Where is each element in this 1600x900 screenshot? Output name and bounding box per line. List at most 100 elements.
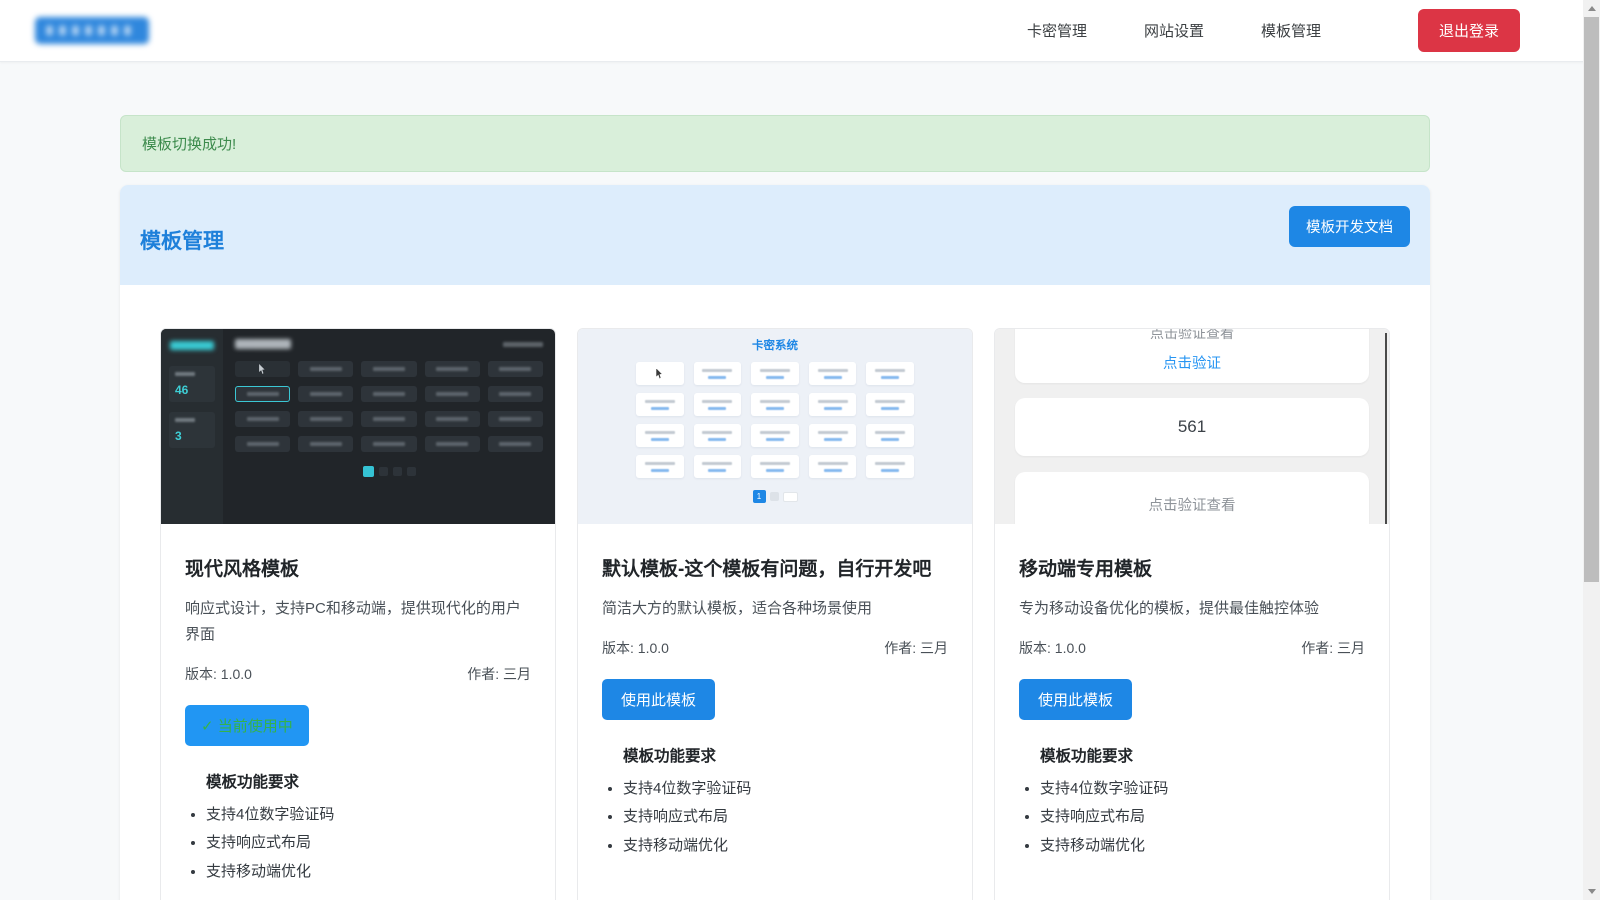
preview-tile bbox=[235, 361, 290, 377]
preview-tile bbox=[809, 393, 857, 416]
preview-default-grid bbox=[578, 362, 972, 478]
preview-tile bbox=[636, 362, 684, 385]
features-title: 模板功能要求 bbox=[623, 744, 948, 766]
template-title: 移动端专用模板 bbox=[1019, 554, 1365, 581]
template-author: 作者: 三月 bbox=[1301, 638, 1365, 658]
template-features: 模板功能要求 支持4位数字验证码 支持响应式布局 支持移动端优化 bbox=[1019, 744, 1365, 859]
template-version: 版本: 1.0.0 bbox=[602, 638, 669, 658]
preview-tile bbox=[361, 411, 416, 427]
features-title: 模板功能要求 bbox=[206, 770, 531, 792]
preview-tile bbox=[425, 436, 480, 452]
logout-button[interactable]: 退出登录 bbox=[1418, 9, 1520, 52]
template-version: 版本: 1.0.0 bbox=[185, 664, 252, 684]
preview-page-dot bbox=[407, 467, 416, 476]
template-card-default: 卡密系统 1 默认模板-这个模板有问题，自行开发吧 简洁大方的默认模板，适合各种… bbox=[577, 328, 973, 900]
template-title: 现代风格模板 bbox=[185, 554, 531, 581]
feature-item: 支持4位数字验证码 bbox=[206, 802, 531, 828]
features-list: 支持4位数字验证码 支持响应式布局 支持移动端优化 bbox=[185, 802, 531, 885]
template-preview-mobile: 点击验证查看 点击验证 561 点击验证查看 bbox=[995, 329, 1389, 524]
preview-tile bbox=[694, 424, 742, 447]
preview-stat-card: 46 bbox=[169, 366, 215, 402]
preview-verify-link[interactable]: 点击验证 bbox=[1015, 352, 1369, 373]
preview-tile bbox=[694, 455, 742, 478]
preview-tile bbox=[866, 393, 914, 416]
preview-tile bbox=[751, 424, 799, 447]
preview-main-area bbox=[223, 329, 555, 524]
preview-tile bbox=[866, 362, 914, 385]
features-list: 支持4位数字验证码 支持响应式布局 支持移动端优化 bbox=[1019, 776, 1365, 859]
use-template-button[interactable]: 使用此模板 bbox=[602, 679, 715, 720]
feature-item: 支持4位数字验证码 bbox=[1040, 776, 1365, 802]
current-template-button[interactable]: ✓ 当前使用中 bbox=[185, 705, 309, 746]
preview-page-dot bbox=[770, 492, 779, 501]
scrollbar-up-arrow[interactable] bbox=[1583, 0, 1600, 17]
template-title: 默认模板-这个模板有问题，自行开发吧 bbox=[602, 554, 948, 581]
preview-tile bbox=[694, 393, 742, 416]
preview-modern-pagination bbox=[235, 466, 543, 477]
preview-modern-grid bbox=[235, 361, 543, 452]
preview-tile bbox=[809, 362, 857, 385]
main-content: 模板切换成功! 模板管理 模板开发文档 46 bbox=[0, 62, 1600, 900]
preview-tile bbox=[751, 455, 799, 478]
preview-stat-value: 3 bbox=[175, 429, 182, 443]
preview-inner-scrollbar[interactable] bbox=[1385, 333, 1387, 524]
template-card-modern: 46 3 bbox=[160, 328, 556, 900]
preview-tile bbox=[866, 455, 914, 478]
app-logo-blurred[interactable] bbox=[35, 17, 149, 44]
nav-link-site-settings[interactable]: 网站设置 bbox=[1144, 20, 1204, 41]
feature-item: 支持响应式布局 bbox=[1040, 804, 1365, 830]
preview-tile bbox=[361, 436, 416, 452]
preview-tile bbox=[298, 436, 353, 452]
template-management-panel: 模板管理 模板开发文档 46 bbox=[120, 185, 1430, 900]
preview-verify-card-2: 点击验证查看 bbox=[1015, 472, 1369, 524]
cursor-icon bbox=[259, 364, 266, 374]
preview-tile bbox=[636, 424, 684, 447]
preview-tile bbox=[751, 362, 799, 385]
scrollbar-thumb[interactable] bbox=[1584, 17, 1599, 582]
template-version: 版本: 1.0.0 bbox=[1019, 638, 1086, 658]
preview-tile bbox=[235, 386, 290, 402]
success-alert-text: 模板切换成功! bbox=[142, 133, 236, 154]
feature-item: 支持移动端优化 bbox=[623, 833, 948, 859]
preview-code-card: 561 bbox=[1015, 398, 1369, 456]
cursor-icon bbox=[656, 369, 663, 379]
scrollbar-down-arrow[interactable] bbox=[1583, 883, 1600, 900]
nav-link-card-management[interactable]: 卡密管理 bbox=[1027, 20, 1087, 41]
preview-logo-blurred bbox=[170, 341, 214, 350]
preview-tile bbox=[361, 386, 416, 402]
preview-tile bbox=[694, 362, 742, 385]
preview-verify-label-2: 点击验证查看 bbox=[1149, 498, 1236, 514]
preview-tile bbox=[488, 361, 543, 377]
browser-scrollbar[interactable] bbox=[1583, 0, 1600, 900]
preview-page-dot bbox=[379, 467, 388, 476]
preview-tile bbox=[361, 361, 416, 377]
preview-tile bbox=[425, 411, 480, 427]
preview-title-blur bbox=[235, 339, 291, 349]
template-docs-button[interactable]: 模板开发文档 bbox=[1289, 206, 1410, 247]
preview-tile bbox=[751, 393, 799, 416]
logo-text-blur bbox=[47, 26, 137, 35]
feature-item: 支持移动端优化 bbox=[206, 859, 531, 885]
template-description: 专为移动设备优化的模板，提供最佳触控体验 bbox=[1019, 596, 1365, 622]
preview-page-active: 1 bbox=[753, 490, 766, 503]
preview-tile bbox=[636, 393, 684, 416]
preview-tile bbox=[235, 411, 290, 427]
preview-tile bbox=[809, 424, 857, 447]
use-template-button[interactable]: 使用此模板 bbox=[1019, 679, 1132, 720]
features-list: 支持4位数字验证码 支持响应式布局 支持移动端优化 bbox=[602, 776, 948, 859]
features-title: 模板功能要求 bbox=[1040, 744, 1365, 766]
nav-links: 卡密管理 网站设置 模板管理 退出登录 bbox=[1027, 9, 1520, 52]
preview-default-pagination: 1 bbox=[578, 490, 972, 503]
feature-item: 支持4位数字验证码 bbox=[623, 776, 948, 802]
preview-page-dot bbox=[363, 466, 374, 477]
success-alert: 模板切换成功! bbox=[120, 115, 1430, 172]
nav-link-template-management[interactable]: 模板管理 bbox=[1261, 20, 1321, 41]
template-cards-grid: 46 3 bbox=[160, 328, 1390, 900]
preview-system-title: 卡密系统 bbox=[578, 337, 972, 353]
preview-tile bbox=[636, 455, 684, 478]
template-meta: 版本: 1.0.0 作者: 三月 bbox=[185, 664, 531, 684]
preview-page-dot bbox=[393, 467, 402, 476]
template-preview-default: 卡密系统 1 bbox=[578, 329, 972, 524]
preview-verify-card: 点击验证查看 点击验证 bbox=[1015, 329, 1369, 383]
feature-item: 支持移动端优化 bbox=[1040, 833, 1365, 859]
